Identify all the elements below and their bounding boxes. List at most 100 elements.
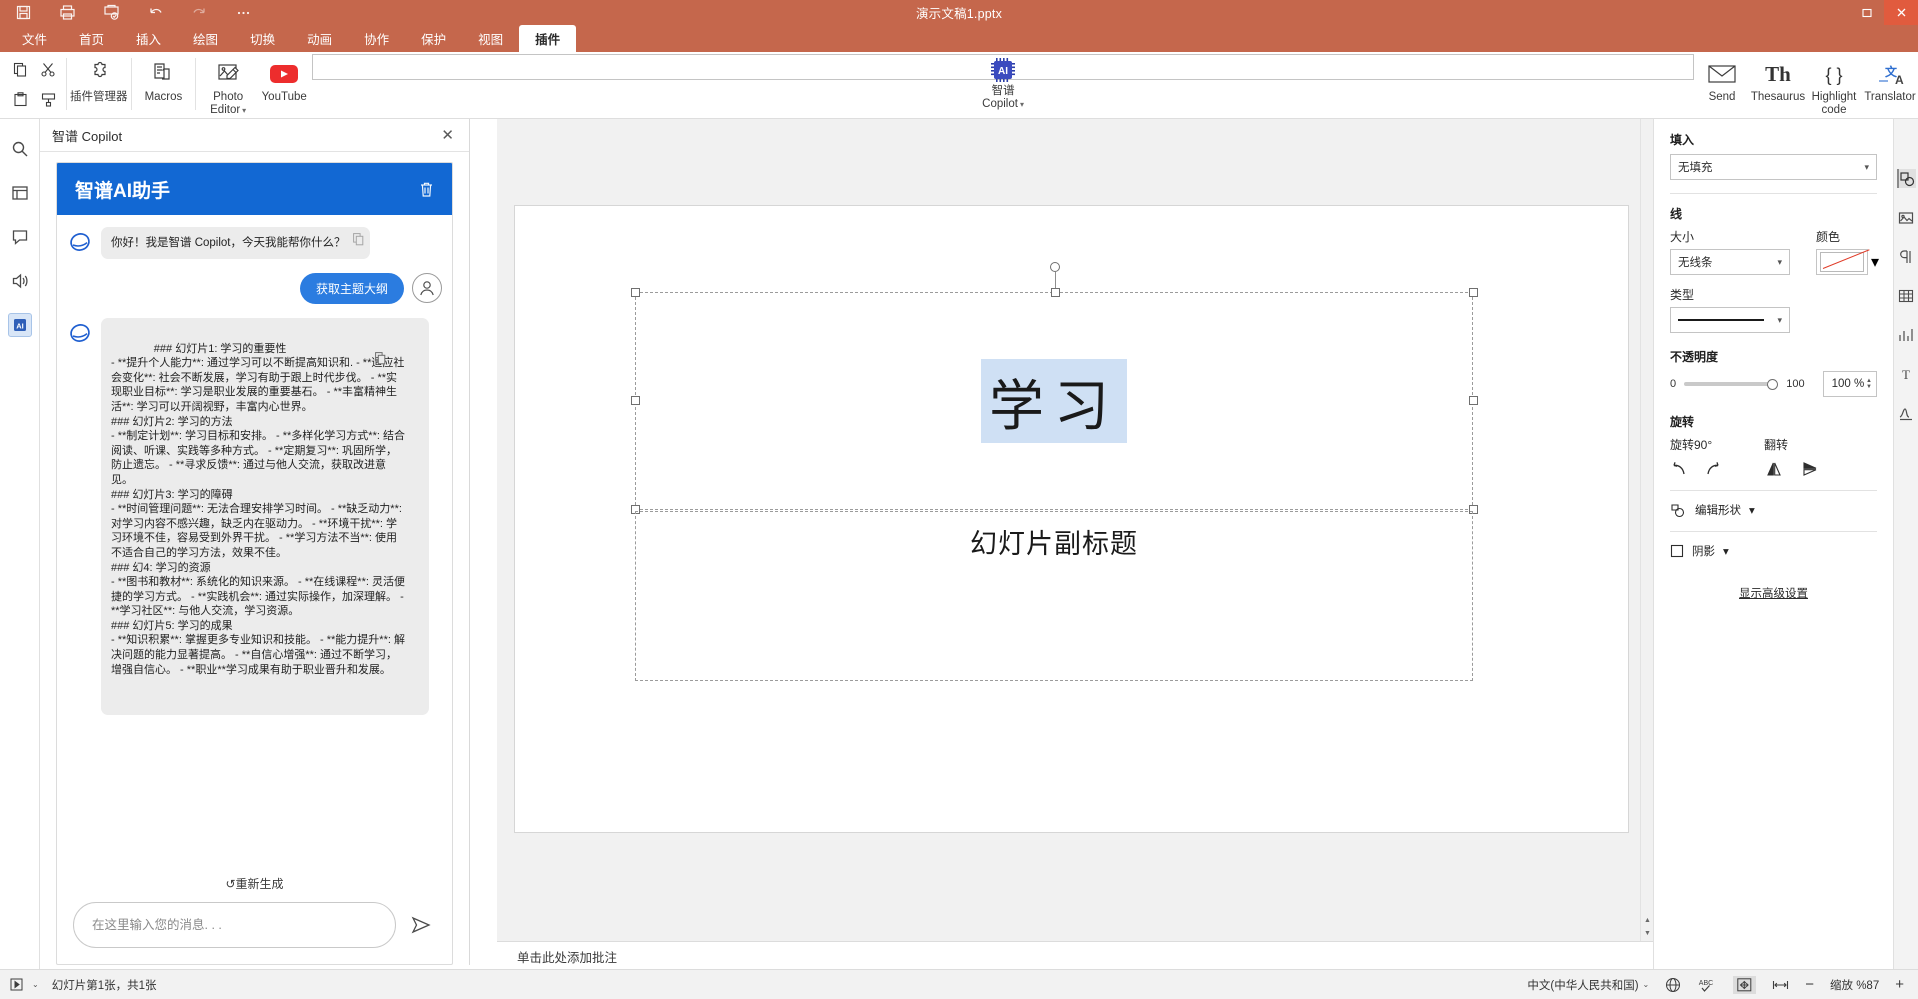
menu-tab-insert[interactable]: 插入	[120, 25, 177, 52]
ribbon-translator[interactable]: 文 A Translator	[1862, 54, 1918, 117]
rotate-handle[interactable]	[1050, 262, 1060, 272]
flip-vertical-icon[interactable]	[1800, 461, 1820, 477]
search-icon[interactable]	[8, 137, 32, 161]
rotate-left-icon[interactable]	[1670, 461, 1688, 477]
ai-plugin-icon[interactable]: AI	[7, 313, 32, 337]
menu-tab-animation[interactable]: 动画	[291, 25, 348, 52]
copy-icon[interactable]	[12, 61, 29, 78]
image-settings-icon[interactable]	[1897, 208, 1916, 227]
slide-surface[interactable]: 学习 幻灯片副标题	[515, 206, 1628, 832]
resize-handle-tr[interactable]	[1469, 288, 1478, 297]
flip-horizontal-icon[interactable]	[1764, 461, 1784, 477]
copy-icon[interactable]	[352, 233, 364, 246]
line-size-select[interactable]: 无线条 ▾	[1670, 249, 1790, 275]
abc-check-icon[interactable]: ABC	[1697, 977, 1717, 993]
line-type-select[interactable]: ▾	[1670, 307, 1790, 333]
resize-handle-tl[interactable]	[631, 288, 640, 297]
present-chevron-icon[interactable]: ⌄	[32, 980, 39, 989]
zoom-level-label[interactable]: 缩放 %87	[1830, 977, 1879, 993]
chat-bubble: 你好！我是智谱 Copilot，今天我能帮你什么？	[101, 227, 370, 259]
advanced-settings-link[interactable]: 显示高级设置	[1670, 585, 1877, 601]
ribbon-sublabel: code	[1821, 104, 1847, 116]
shadow-checkbox-icon[interactable]	[1670, 544, 1684, 558]
ribbon-divider	[66, 58, 67, 110]
menu-tab-draw[interactable]: 绘图	[177, 25, 234, 52]
ribbon-zhipu-copilot[interactable]: AI 智谱 Copilot ▾	[312, 54, 1694, 110]
menu-tab-protect[interactable]: 保护	[405, 25, 462, 52]
edit-shape-button[interactable]: 编辑形状 ▾	[1670, 502, 1877, 518]
ribbon-photo-editor[interactable]: Photo Editor ▾	[200, 54, 256, 117]
close-icon[interactable]	[1884, 0, 1918, 25]
menu-tab-transition[interactable]: 切换	[234, 25, 291, 52]
close-icon[interactable]: ✕	[436, 126, 459, 145]
print-preview-icon[interactable]	[102, 4, 120, 22]
restore-icon[interactable]	[1850, 0, 1884, 25]
menu-tab-plugins[interactable]: 插件	[519, 25, 577, 52]
text-art-icon[interactable]: T	[1897, 364, 1916, 383]
slider-knob[interactable]	[1767, 378, 1779, 390]
table-settings-icon[interactable]	[1897, 286, 1916, 305]
resize-handle-tc[interactable]	[1051, 288, 1060, 297]
play-icon[interactable]	[10, 978, 25, 991]
subtitle-placeholder[interactable]: 幻灯片副标题	[635, 511, 1473, 681]
zoom-in-button[interactable]: +	[1895, 976, 1904, 993]
notes-pane[interactable]: 单击此处添加批注	[497, 941, 1653, 969]
chevron-down-icon[interactable]: ▾	[242, 106, 246, 115]
ribbon-youtube[interactable]: YouTube	[256, 54, 312, 117]
copy-icon[interactable]	[375, 323, 424, 394]
opacity-stepper[interactable]: 100 % ▲ ▼	[1822, 371, 1877, 397]
document-title: 演示文稿1.pptx	[915, 7, 1003, 21]
menu-tab-view[interactable]: 视图	[462, 25, 519, 52]
globe-icon[interactable]	[1665, 977, 1681, 993]
print-icon[interactable]	[58, 4, 76, 22]
format-painter-icon[interactable]	[40, 91, 57, 108]
undo-icon[interactable]	[146, 4, 164, 22]
chevron-down-icon[interactable]: ▾	[1871, 252, 1879, 272]
ribbon-highlight-code[interactable]: { } Highlight code	[1806, 54, 1862, 117]
resize-handle-mr[interactable]	[1469, 396, 1478, 405]
zoom-out-button[interactable]: −	[1805, 976, 1814, 993]
ribbon-label-2: Editor ▾	[210, 104, 246, 117]
regenerate-button[interactable]: ↺重新生成	[57, 869, 452, 902]
rotate-right-icon[interactable]	[1704, 461, 1722, 477]
resize-handle-ml[interactable]	[631, 396, 640, 405]
cut-icon[interactable]	[40, 61, 57, 78]
shadow-button[interactable]: 阴影 ▾	[1670, 543, 1877, 559]
scroll-up-icon[interactable]: ▲	[1641, 914, 1653, 927]
slides-icon[interactable]	[8, 181, 32, 205]
chevron-down-icon: ▾	[1777, 314, 1782, 325]
language-chevron-icon[interactable]: ⌄	[1643, 980, 1650, 989]
language-label[interactable]: 中文(中华人民共和国)	[1527, 977, 1638, 993]
more-icon[interactable]	[234, 4, 252, 22]
shape-settings-icon[interactable]	[1896, 169, 1916, 188]
fit-width-icon[interactable]	[1772, 978, 1789, 992]
title-placeholder[interactable]: 学习	[635, 292, 1473, 510]
trash-icon[interactable]	[419, 181, 434, 198]
line-color-swatch[interactable]	[1816, 249, 1868, 275]
chevron-down-icon[interactable]: ▾	[1020, 100, 1024, 109]
menu-tab-file[interactable]: 文件	[6, 25, 63, 52]
ribbon-send[interactable]: Send	[1694, 54, 1750, 117]
paste-icon[interactable]	[12, 91, 29, 108]
menu-tab-collaboration[interactable]: 协作	[348, 25, 405, 52]
redo-icon[interactable]	[190, 4, 208, 22]
fit-slide-icon[interactable]	[1733, 975, 1757, 994]
signature-icon[interactable]	[1897, 403, 1916, 422]
canvas-vertical-scrollbar[interactable]: ▲ ▼	[1640, 119, 1653, 941]
message-input[interactable]	[73, 902, 396, 948]
subtitle-placeholder-text: 幻灯片副标题	[970, 529, 1138, 559]
ribbon-plugin-manager[interactable]: 插件管理器	[70, 54, 127, 117]
menu-tab-home[interactable]: 首页	[63, 25, 120, 52]
scroll-down-icon[interactable]: ▼	[1641, 927, 1653, 940]
audio-icon[interactable]	[8, 269, 32, 293]
ribbon-macros[interactable]: Macros	[135, 54, 191, 117]
send-arrow-icon[interactable]	[406, 911, 436, 939]
opacity-slider[interactable]	[1684, 377, 1779, 391]
paragraph-settings-icon[interactable]	[1897, 247, 1916, 266]
ribbon-thesaurus[interactable]: Th Thesaurus	[1750, 54, 1806, 117]
fill-type-select[interactable]: 无填充 ▾	[1670, 154, 1877, 180]
save-icon[interactable]	[14, 4, 32, 22]
comment-icon[interactable]	[8, 225, 32, 249]
chart-settings-icon[interactable]	[1897, 325, 1916, 344]
stepper-arrows-icon[interactable]: ▲ ▼	[1866, 378, 1872, 390]
